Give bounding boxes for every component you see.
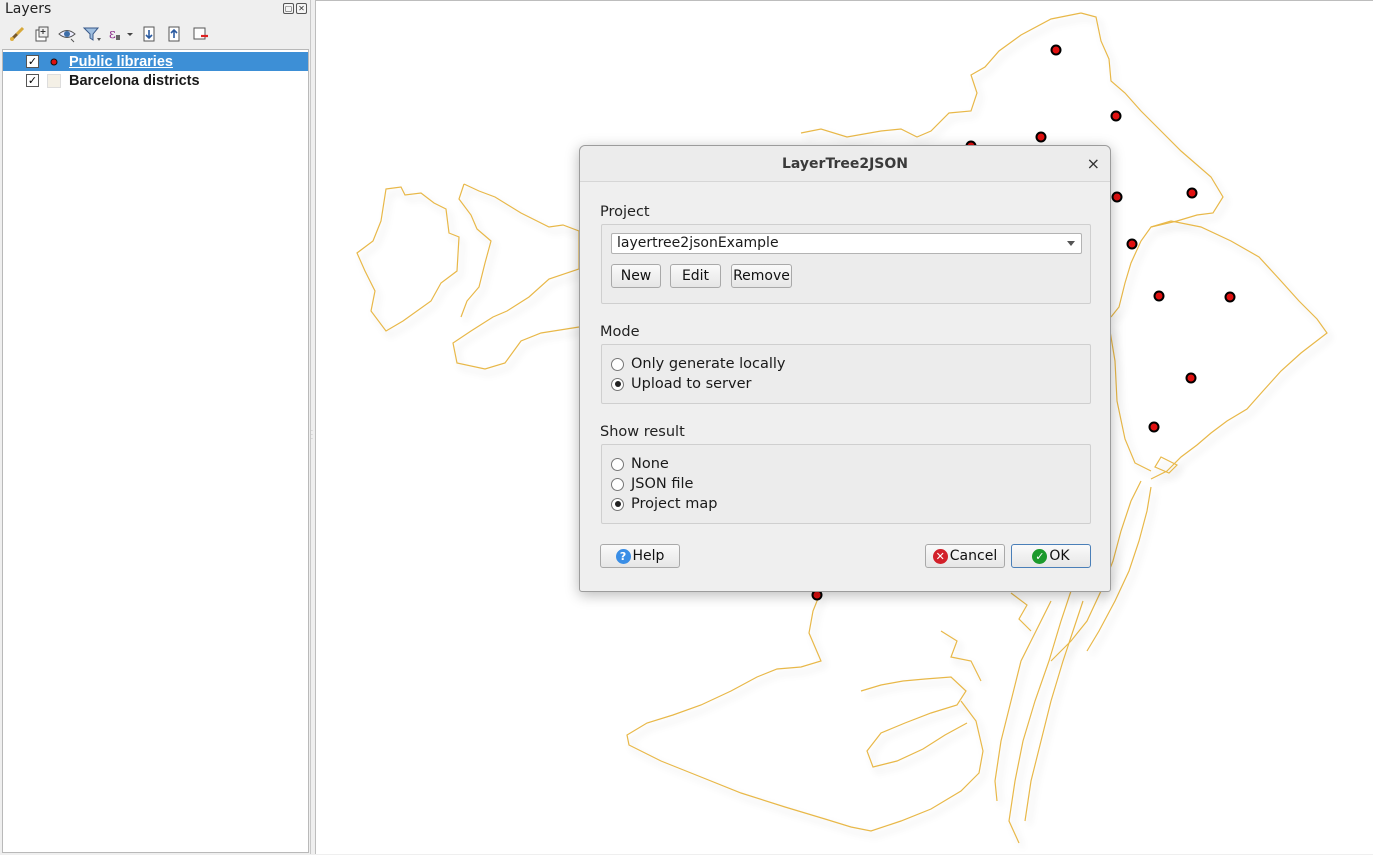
chevron-down-icon xyxy=(1067,241,1075,246)
help-button[interactable]: ? Help xyxy=(600,544,680,568)
svg-text:ε: ε xyxy=(109,27,116,42)
library-point-marker xyxy=(1224,291,1236,303)
radio-label: JSON file xyxy=(631,476,694,492)
radio-label: None xyxy=(631,456,669,472)
float-panel-icon[interactable]: ▢ xyxy=(283,3,294,14)
help-button-label: Help xyxy=(632,548,665,564)
layer-tree[interactable]: ✓ Public libraries ✓ Barcelona districts xyxy=(2,49,309,853)
library-point-marker xyxy=(1050,44,1062,56)
layer-visibility-checkbox[interactable]: ✓ xyxy=(26,74,39,87)
radio-label: Only generate locally xyxy=(631,356,786,372)
library-point-marker xyxy=(1153,290,1165,302)
expression-filter-icon[interactable]: ε xyxy=(106,24,136,44)
layers-toolbar: ε xyxy=(6,24,211,44)
mode-section-label: Mode xyxy=(600,324,640,340)
help-icon: ? xyxy=(615,548,631,564)
layer-name: Public libraries xyxy=(69,53,173,70)
library-point-marker xyxy=(1186,187,1198,199)
library-point-marker xyxy=(1110,110,1122,122)
radio-label: Upload to server xyxy=(631,376,752,392)
radio-button[interactable] xyxy=(611,457,624,471)
close-panel-icon[interactable]: ✕ xyxy=(296,3,307,14)
dialog-title: LayerTree2JSON xyxy=(781,156,909,172)
library-point-marker xyxy=(1148,421,1160,433)
ok-button[interactable]: ✓ OK xyxy=(1011,544,1091,568)
show-result-group: None JSON file Project map xyxy=(601,444,1091,524)
polygon-symbol-icon xyxy=(47,73,61,88)
radio-button[interactable] xyxy=(611,497,624,511)
radio-button[interactable] xyxy=(611,377,624,391)
project-section-label: Project xyxy=(600,204,650,220)
edit-project-button[interactable]: Edit xyxy=(670,264,721,288)
radio-button[interactable] xyxy=(611,357,624,371)
expand-all-icon[interactable] xyxy=(139,24,161,44)
filter-icon[interactable] xyxy=(81,24,103,44)
library-point-marker xyxy=(1035,131,1047,143)
mode-option-local[interactable]: Only generate locally xyxy=(611,356,786,372)
cancel-button[interactable]: ✕ Cancel xyxy=(925,544,1005,568)
point-symbol-icon xyxy=(47,55,61,69)
ok-button-label: OK xyxy=(1049,548,1070,564)
collapse-all-icon[interactable] xyxy=(164,24,186,44)
project-group: layertree2jsonExample New Edit Remove xyxy=(601,224,1091,304)
mode-group: Only generate locally Upload to server xyxy=(601,344,1091,404)
project-select-value: layertree2jsonExample xyxy=(617,235,779,251)
result-option-json-file[interactable]: JSON file xyxy=(611,476,693,492)
cancel-icon: ✕ xyxy=(932,548,948,564)
ok-check-icon: ✓ xyxy=(1032,548,1048,564)
add-group-icon[interactable] xyxy=(31,24,53,44)
show-result-section-label: Show result xyxy=(600,424,685,440)
radio-label: Project map xyxy=(631,496,718,512)
project-select[interactable]: layertree2jsonExample xyxy=(611,233,1082,254)
layers-panel: Layers ▢ ✕ ε ✓ Public libraries ✓ Barcel… xyxy=(0,0,311,854)
layer-visibility-checkbox[interactable]: ✓ xyxy=(26,55,39,68)
remove-project-button[interactable]: Remove xyxy=(731,264,792,288)
library-point-marker xyxy=(1126,238,1138,250)
visibility-eye-icon[interactable] xyxy=(56,24,78,44)
result-option-project-map[interactable]: Project map xyxy=(611,496,717,512)
radio-button[interactable] xyxy=(611,477,624,491)
layer-name: Barcelona districts xyxy=(69,72,200,89)
close-icon[interactable]: × xyxy=(1087,154,1100,173)
layer-item-public-libraries[interactable]: ✓ Public libraries xyxy=(3,52,308,71)
cancel-button-label: Cancel xyxy=(949,548,998,564)
mode-option-upload[interactable]: Upload to server xyxy=(611,376,751,392)
layer-item-barcelona-districts[interactable]: ✓ Barcelona districts xyxy=(3,71,308,90)
result-option-none[interactable]: None xyxy=(611,456,669,472)
style-brush-icon[interactable] xyxy=(6,24,28,44)
library-point-marker xyxy=(1185,372,1197,384)
library-point-marker xyxy=(1111,191,1123,203)
remove-layer-icon[interactable] xyxy=(189,24,211,44)
panel-window-buttons: ▢ ✕ xyxy=(283,3,307,14)
dialog-titlebar[interactable]: LayerTree2JSON × xyxy=(580,146,1110,182)
layertree2json-dialog: LayerTree2JSON × Project layertree2jsonE… xyxy=(579,145,1111,592)
new-project-button[interactable]: New xyxy=(611,264,661,288)
layers-panel-title: Layers xyxy=(5,1,52,17)
